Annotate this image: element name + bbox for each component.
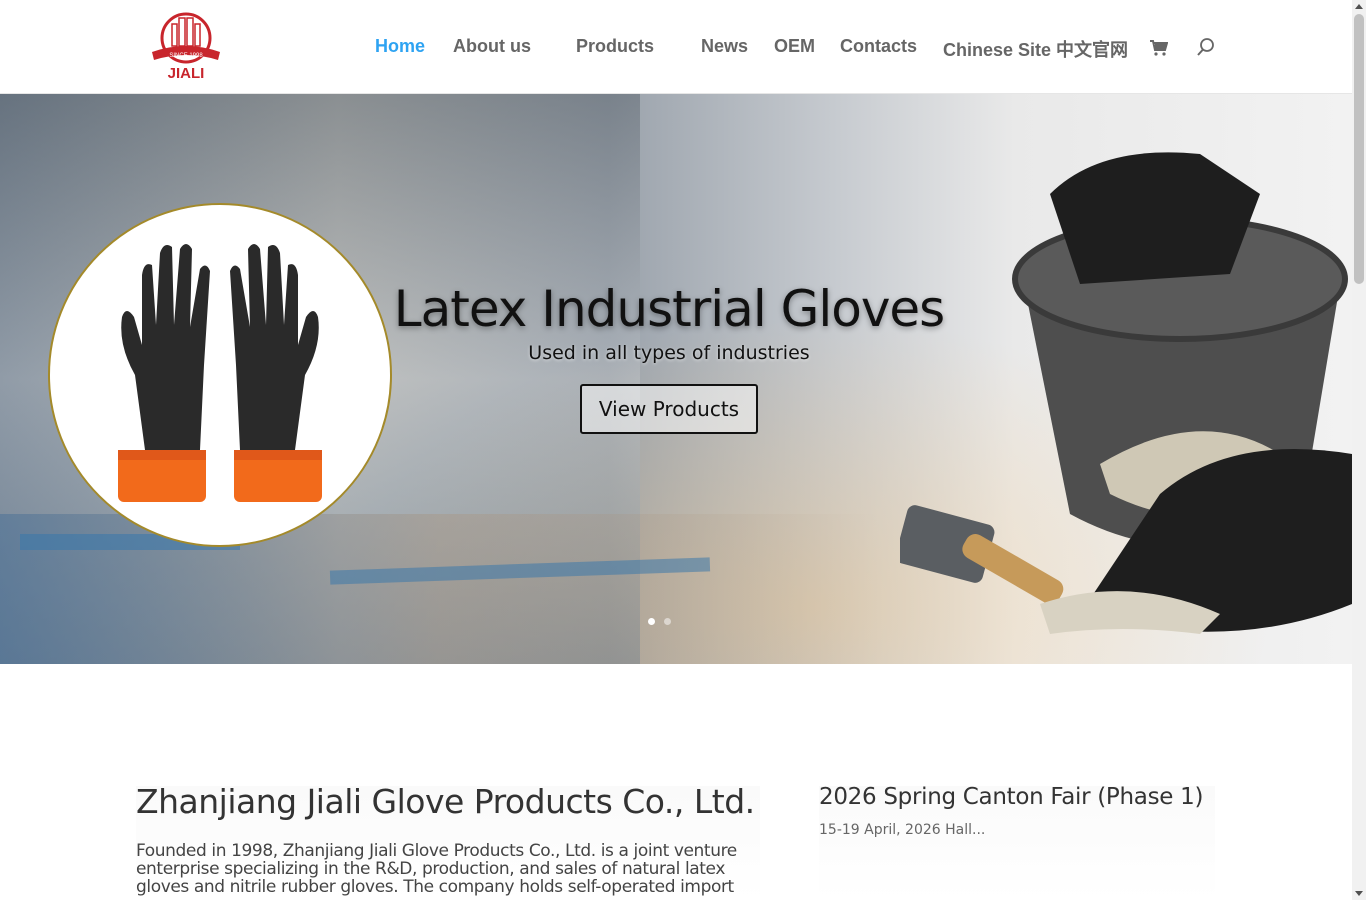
nav-oem[interactable]: OEM: [774, 36, 815, 57]
hero-slider: Latex Industrial Gloves Used in all type…: [0, 94, 1352, 664]
nav-home[interactable]: Home: [375, 36, 425, 57]
search-icon[interactable]: [1197, 38, 1215, 56]
site-header: SINCE 1998 JIALI Home About us Products …: [0, 0, 1352, 94]
page-scrollbar[interactable]: [1352, 0, 1366, 900]
hero-title: Latex Industrial Gloves: [393, 280, 946, 338]
nav-products[interactable]: Products: [576, 36, 654, 57]
view-products-button[interactable]: View Products: [580, 384, 758, 434]
bucket-gloves-image: [900, 152, 1352, 634]
nav-about-us[interactable]: About us: [453, 36, 531, 57]
company-description: Founded in 1998, Zhanjiang Jiali Glove P…: [136, 841, 737, 897]
gloves-product-image: [48, 203, 392, 547]
nav-chinese-site[interactable]: Chinese Site 中文官网: [943, 36, 1128, 62]
company-title: Zhanjiang Jiali Glove Products Co., Ltd.: [136, 782, 755, 821]
news-excerpt: 15-19 April, 2026 Hall...: [819, 822, 986, 838]
scroll-down-arrow-icon[interactable]: [1355, 891, 1363, 896]
scroll-thumb[interactable]: [1354, 14, 1364, 284]
hero-subtitle: Used in all types of industries: [528, 342, 810, 364]
cart-icon[interactable]: [1150, 40, 1168, 56]
scroll-up-arrow-icon[interactable]: [1355, 4, 1363, 9]
news-title[interactable]: 2026 Spring Canton Fair (Phase 1): [819, 784, 1203, 810]
slider-dot-2[interactable]: [664, 618, 671, 625]
nav-news[interactable]: News: [701, 36, 748, 57]
slider-dot-1[interactable]: [648, 618, 655, 625]
nav-contacts[interactable]: Contacts: [840, 36, 917, 57]
